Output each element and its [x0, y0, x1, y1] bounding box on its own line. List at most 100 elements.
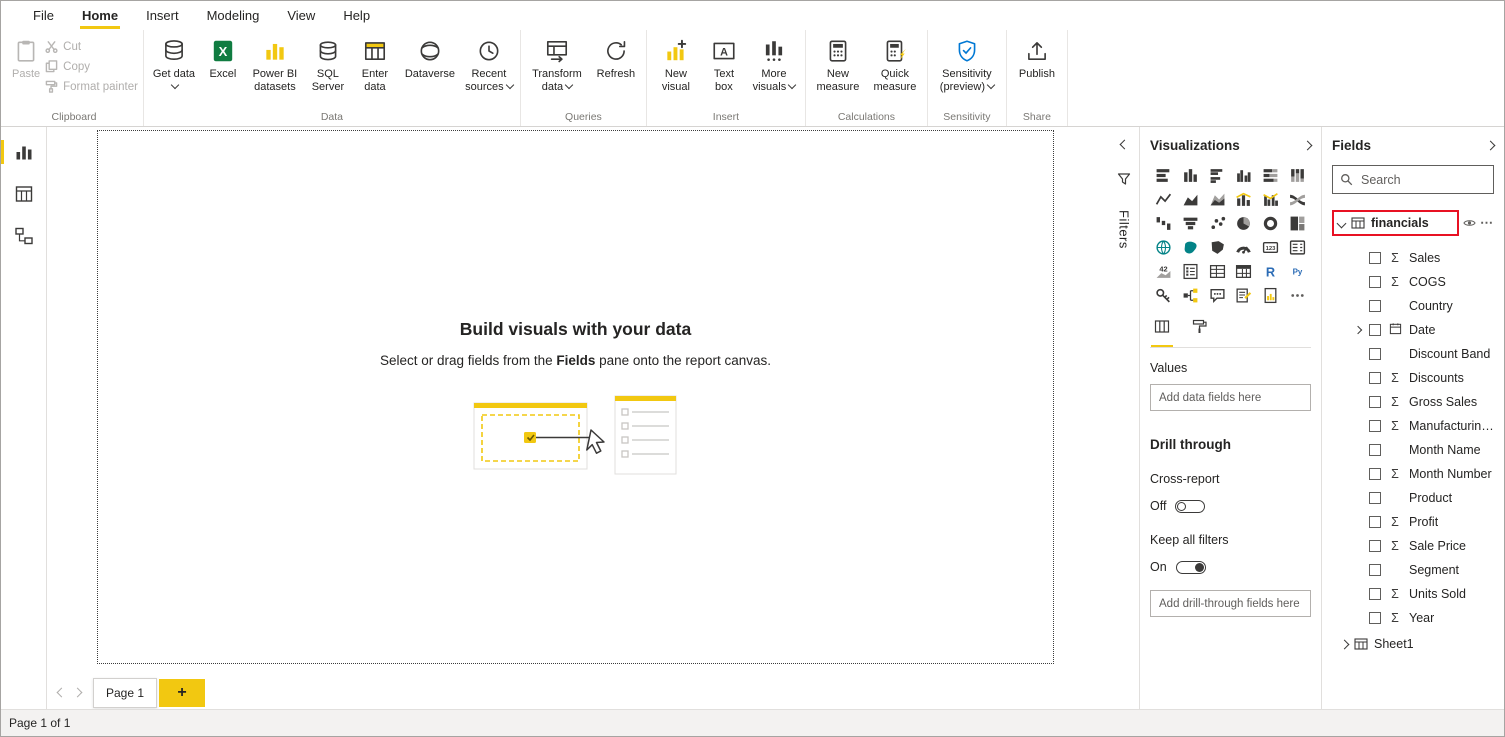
- clustered-bar-chart-icon[interactable]: [1205, 165, 1230, 186]
- stacked-column-chart-icon[interactable]: [1178, 165, 1203, 186]
- field-checkbox[interactable]: [1369, 612, 1381, 624]
- sheet1-table-row[interactable]: Sheet1: [1332, 632, 1494, 656]
- field-checkbox[interactable]: [1369, 420, 1381, 432]
- fields-tab[interactable]: [1151, 319, 1173, 347]
- r-script-visual-icon[interactable]: R: [1258, 261, 1283, 282]
- field-checkbox[interactable]: [1369, 516, 1381, 528]
- donut-chart-icon[interactable]: [1258, 213, 1283, 234]
- field-checkbox[interactable]: [1369, 468, 1381, 480]
- table-icon[interactable]: [1205, 261, 1230, 282]
- field-row[interactable]: Σ Year: [1332, 606, 1494, 630]
- field-row[interactable]: Date: [1332, 318, 1494, 342]
- scatter-chart-icon[interactable]: [1205, 213, 1230, 234]
- field-checkbox[interactable]: [1369, 348, 1381, 360]
- fields-search-input[interactable]: [1359, 171, 1486, 188]
- gauge-icon[interactable]: [1231, 237, 1256, 258]
- matrix-icon[interactable]: [1231, 261, 1256, 282]
- shape-map-icon[interactable]: [1205, 237, 1230, 258]
- get-data-button[interactable]: Get data: [149, 32, 199, 109]
- sensitivity-button[interactable]: Sensitivity (preview): [933, 32, 1001, 109]
- sql-server-button[interactable]: SQL Server: [306, 32, 350, 109]
- drill-through-field-well[interactable]: Add drill-through fields here: [1150, 590, 1311, 617]
- copy-button[interactable]: Copy: [45, 60, 138, 73]
- funnel-chart-icon[interactable]: [1178, 213, 1203, 234]
- format-tab[interactable]: [1192, 319, 1208, 347]
- filters-pane-label[interactable]: Filters: [1117, 210, 1132, 249]
- menu-item-modeling[interactable]: Modeling: [193, 1, 274, 30]
- clustered-column-chart-icon[interactable]: [1231, 165, 1256, 186]
- field-checkbox[interactable]: [1369, 564, 1381, 576]
- new-visual-button[interactable]: New visual: [652, 32, 700, 109]
- new-page-button[interactable]: +: [159, 678, 205, 707]
- page-tab[interactable]: Page 1: [93, 677, 157, 708]
- field-row[interactable]: Σ Month Number: [1332, 462, 1494, 486]
- 100-stacked-column-chart-icon[interactable]: [1285, 165, 1310, 186]
- field-checkbox[interactable]: [1369, 588, 1381, 600]
- menu-item-file[interactable]: File: [19, 1, 68, 30]
- multi-row-card-icon[interactable]: [1285, 237, 1310, 258]
- power-bi-datasets-button[interactable]: Power BI datasets: [247, 32, 303, 109]
- transform-data-button[interactable]: Transform data: [526, 32, 588, 109]
- expand-table-chevron[interactable]: [1339, 639, 1350, 649]
- line-chart-icon[interactable]: [1151, 189, 1176, 210]
- field-checkbox[interactable]: [1369, 540, 1381, 552]
- recent-sources-button[interactable]: Recent sources: [463, 32, 515, 109]
- field-checkbox[interactable]: [1369, 492, 1381, 504]
- refresh-button[interactable]: Refresh: [591, 32, 641, 109]
- more-visuals-button[interactable]: More visuals: [748, 32, 800, 109]
- show-hide-eye-icon[interactable]: [1463, 218, 1476, 228]
- cross-report-toggle[interactable]: [1175, 499, 1206, 513]
- collapse-fields-pane-chevron[interactable]: [1485, 140, 1496, 150]
- field-row[interactable]: Σ Sales: [1332, 246, 1494, 270]
- line-and-stacked-column-chart-icon[interactable]: [1231, 189, 1256, 210]
- expand-field-chevron[interactable]: [1353, 325, 1363, 335]
- report-page-canvas[interactable]: Build visuals with your data Select or d…: [97, 130, 1054, 664]
- publish-button[interactable]: Publish: [1012, 32, 1062, 109]
- values-field-well[interactable]: Add data fields here: [1150, 384, 1311, 411]
- field-checkbox[interactable]: [1369, 372, 1381, 384]
- qa-visual-icon[interactable]: [1205, 285, 1230, 306]
- card-icon[interactable]: 123: [1258, 237, 1283, 258]
- waterfall-chart-icon[interactable]: [1151, 213, 1176, 234]
- treemap-icon[interactable]: [1285, 213, 1310, 234]
- field-row[interactable]: Month Name: [1332, 438, 1494, 462]
- field-row[interactable]: Σ Profit: [1332, 510, 1494, 534]
- ribbon-chart-icon[interactable]: [1285, 189, 1310, 210]
- cut-button[interactable]: Cut: [45, 40, 138, 53]
- more-options-icon[interactable]: [1285, 285, 1310, 306]
- field-row[interactable]: Σ Sale Price: [1332, 534, 1494, 558]
- more-options-icon[interactable]: ⋯: [1480, 215, 1494, 231]
- filled-map-icon[interactable]: [1178, 237, 1203, 258]
- decomposition-tree-icon[interactable]: [1178, 285, 1203, 306]
- stacked-bar-chart-icon[interactable]: [1151, 165, 1176, 186]
- expand-filters-pane-chevron[interactable]: [1119, 139, 1129, 150]
- stacked-area-chart-icon[interactable]: [1205, 189, 1230, 210]
- field-row[interactable]: Product: [1332, 486, 1494, 510]
- 100-stacked-bar-chart-icon[interactable]: [1258, 165, 1283, 186]
- field-checkbox[interactable]: [1369, 324, 1381, 336]
- excel-button[interactable]: X Excel: [202, 32, 244, 109]
- area-chart-icon[interactable]: [1178, 189, 1203, 210]
- map-icon[interactable]: [1151, 237, 1176, 258]
- menu-item-view[interactable]: View: [273, 1, 329, 30]
- new-measure-button[interactable]: New measure: [811, 32, 865, 109]
- dataverse-button[interactable]: Dataverse: [400, 32, 460, 109]
- field-row[interactable]: Σ COGS: [1332, 270, 1494, 294]
- slicer-icon[interactable]: [1178, 261, 1203, 282]
- python-visual-icon[interactable]: Py: [1285, 261, 1310, 282]
- field-checkbox[interactable]: [1369, 252, 1381, 264]
- field-checkbox[interactable]: [1369, 276, 1381, 288]
- smart-narrative-icon[interactable]: [1231, 285, 1256, 306]
- model-view-button[interactable]: [1, 219, 46, 253]
- next-page-arrow[interactable]: [69, 684, 85, 702]
- field-checkbox[interactable]: [1369, 300, 1381, 312]
- financials-table-row[interactable]: financials: [1332, 210, 1459, 236]
- text-box-button[interactable]: A Text box: [703, 32, 745, 109]
- paginated-report-icon[interactable]: [1258, 285, 1283, 306]
- paste-button[interactable]: Paste: [10, 32, 42, 109]
- field-row[interactable]: Segment: [1332, 558, 1494, 582]
- field-row[interactable]: Country: [1332, 294, 1494, 318]
- field-row[interactable]: Σ Gross Sales: [1332, 390, 1494, 414]
- keep-all-filters-toggle[interactable]: [1175, 560, 1206, 574]
- menu-item-help[interactable]: Help: [329, 1, 384, 30]
